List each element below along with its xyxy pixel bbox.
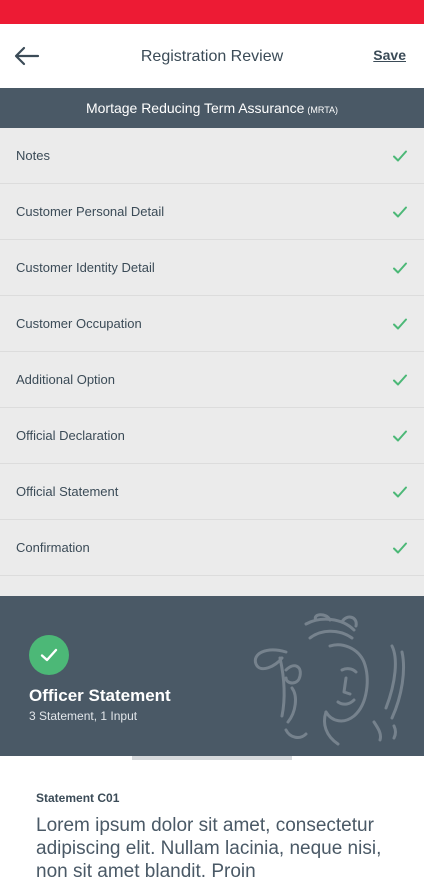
product-abbreviation: (MRTA) <box>307 105 339 115</box>
checkmark-icon <box>393 318 407 330</box>
save-button[interactable]: Save <box>373 47 406 63</box>
checklist-item-confirmation[interactable]: Confirmation <box>0 520 424 576</box>
checklist-item-notes[interactable]: Notes <box>0 128 424 184</box>
checkmark-icon <box>393 486 407 498</box>
officer-statement-title: Officer Statement <box>29 686 171 705</box>
checklist-item-additional-option[interactable]: Additional Option <box>0 352 424 408</box>
checklist-item-customer-occupation[interactable]: Customer Occupation <box>0 296 424 352</box>
checkmark-icon <box>393 150 407 162</box>
checklist-item-label: Additional Option <box>16 372 116 387</box>
app-bar: Registration Review Save <box>0 24 424 88</box>
checklist-item-label: Confirmation <box>16 540 90 555</box>
officer-statement-panel: Officer Statement 3 Statement, 1 Input <box>0 596 424 756</box>
card-drag-handle[interactable] <box>132 756 292 760</box>
check-circle-icon <box>29 635 69 675</box>
checklist-item-label: Official Declaration <box>16 428 125 443</box>
checklist-item-label: Customer Identity Detail <box>16 260 155 275</box>
status-bar <box>0 0 424 24</box>
page-title: Registration Review <box>140 48 284 65</box>
brand-emblem-icon <box>253 613 406 746</box>
checklist-item-customer-personal-detail[interactable]: Customer Personal Detail <box>0 184 424 240</box>
statement-body: Lorem ipsum dolor sit amet, consectetur … <box>36 815 382 882</box>
statement-label: Statement C01 <box>36 791 120 805</box>
statement-card[interactable]: Statement C01 Lorem ipsum dolor sit amet… <box>12 756 412 886</box>
officer-statement-subtitle: 3 Statement, 1 Input <box>29 709 138 723</box>
checkmark-icon <box>393 542 407 554</box>
checkmark-icon <box>393 262 407 274</box>
checklist-item-official-declaration[interactable]: Official Declaration <box>0 408 424 464</box>
checkmark-icon <box>393 206 407 218</box>
review-checklist: Notes Customer Personal Detail Customer … <box>0 128 424 596</box>
checkmark-icon <box>393 374 407 386</box>
checklist-item-label: Notes <box>16 148 50 163</box>
checklist-item-official-statement[interactable]: Official Statement <box>0 464 424 520</box>
product-banner: Mortage Reducing Term Assurance (MRTA) <box>0 88 424 128</box>
checklist-item-label: Customer Occupation <box>16 316 142 331</box>
checklist-item-customer-identity-detail[interactable]: Customer Identity Detail <box>0 240 424 296</box>
checkmark-icon <box>393 430 407 442</box>
checklist-item-label: Customer Personal Detail <box>16 204 165 219</box>
product-name: Mortage Reducing Term Assurance <box>85 100 305 116</box>
checklist-item-label: Official Statement <box>16 484 119 499</box>
